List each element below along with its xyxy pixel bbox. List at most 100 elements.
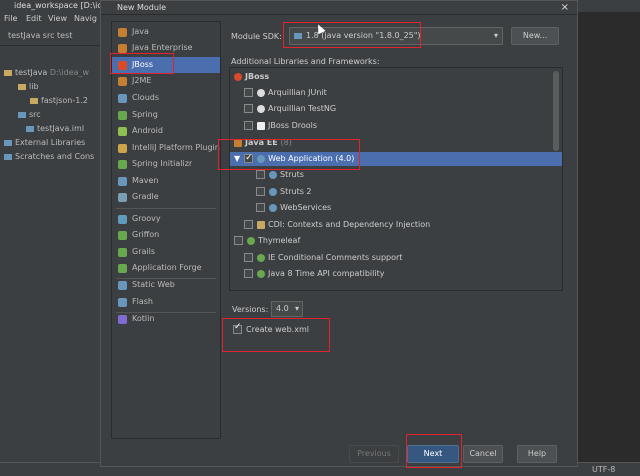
group-jboss: JBoss xyxy=(234,70,269,84)
thymeleaf-leaf-icon xyxy=(257,269,265,278)
lib-thymeleaf[interactable]: Thymeleaf xyxy=(234,234,300,248)
annotation-box-web-application xyxy=(218,139,360,170)
menu-file[interactable]: File xyxy=(4,14,17,23)
tree-item-external-libraries[interactable]: External Libraries xyxy=(4,138,85,147)
folder-icon xyxy=(18,111,26,118)
list-item-spring[interactable]: Spring xyxy=(112,107,220,123)
list-item-spring-initializr[interactable]: Spring Initializr xyxy=(112,156,220,172)
thymeleaf-leaf-icon xyxy=(247,236,255,245)
menu-view[interactable]: View xyxy=(48,14,67,23)
list-item-griffon[interactable]: Griffon xyxy=(112,227,220,243)
dialog-titlebar: New Module × xyxy=(101,1,577,15)
annotation-box-create-web-xml xyxy=(222,318,330,352)
forge-icon xyxy=(118,264,127,273)
library-icon xyxy=(4,139,12,146)
checkbox[interactable] xyxy=(244,88,253,97)
jar-icon xyxy=(30,97,38,104)
groovy-icon xyxy=(118,215,127,224)
list-item-clouds[interactable]: Clouds xyxy=(112,90,220,106)
annotation-box-next xyxy=(406,434,462,468)
new-sdk-button[interactable]: New... xyxy=(511,27,559,45)
lib-ie-conditional-comments[interactable]: IE Conditional Comments support xyxy=(244,251,402,265)
annotation-box-jboss xyxy=(110,53,174,74)
folder-icon xyxy=(18,83,26,90)
help-button[interactable]: Help xyxy=(517,445,557,463)
list-item-grails[interactable]: Grails xyxy=(112,244,220,260)
libraries-scrollbar[interactable] xyxy=(553,71,559,151)
spring-initializr-icon xyxy=(118,160,127,169)
static-web-icon xyxy=(118,281,127,290)
drools-icon xyxy=(257,121,265,130)
list-item-java[interactable]: Java xyxy=(112,24,220,40)
menu-edit[interactable]: Edit xyxy=(26,14,42,23)
checkbox[interactable] xyxy=(256,203,265,212)
java-icon xyxy=(118,28,127,37)
checkbox[interactable] xyxy=(256,170,265,179)
lib-java8-time[interactable]: Java 8 Time API compatibility xyxy=(244,267,384,281)
webservices-icon xyxy=(269,203,277,212)
maven-icon xyxy=(118,177,127,186)
list-item-groovy[interactable]: Groovy xyxy=(112,211,220,227)
encoding-indicator[interactable]: UTF-8 xyxy=(592,465,615,474)
lib-struts-2[interactable]: Struts 2 xyxy=(256,185,312,199)
list-item-application-forge[interactable]: Application Forge xyxy=(112,260,220,276)
java-enterprise-icon xyxy=(118,44,127,53)
ide-breadcrumb-bar: testJava src test xyxy=(0,26,100,46)
lib-struts[interactable]: Struts xyxy=(256,168,304,182)
cancel-button[interactable]: Cancel xyxy=(463,445,503,463)
menu-navigate[interactable]: Navig xyxy=(74,14,97,23)
lib-webservices[interactable]: WebServices xyxy=(256,201,331,215)
list-item-kotlin[interactable]: Kotlin xyxy=(112,311,220,327)
grails-icon xyxy=(118,248,127,257)
lib-cdi[interactable]: CDI: Contexts and Dependency Injection xyxy=(244,218,430,232)
ide-menubar: File Edit View Navig xyxy=(0,12,100,26)
list-item-intellij-plugin[interactable]: IntelliJ Platform Plugin xyxy=(112,140,220,156)
versions-select[interactable]: 4.0 ▾ xyxy=(271,301,303,317)
editor-area xyxy=(578,12,640,462)
dialog-title: New Module xyxy=(117,3,167,12)
tree-item-fastjson[interactable]: fastjson-1.2 xyxy=(30,96,88,105)
checkbox[interactable] xyxy=(244,269,253,278)
tree-item-src[interactable]: src xyxy=(18,110,41,119)
previous-button[interactable]: Previous xyxy=(349,445,399,463)
divider xyxy=(116,208,216,209)
file-icon xyxy=(26,125,34,132)
gear-icon xyxy=(269,170,277,179)
list-item-flash[interactable]: Flash xyxy=(112,294,220,310)
lib-arquillian-junit[interactable]: Arquillian JUnit xyxy=(244,86,327,100)
checkbox[interactable] xyxy=(244,121,253,130)
versions-label: Versions: xyxy=(232,305,269,314)
kotlin-icon xyxy=(118,315,127,324)
spring-icon xyxy=(118,111,127,120)
cloud-icon xyxy=(118,94,127,103)
tree-item-lib[interactable]: lib xyxy=(18,82,39,91)
list-item-android[interactable]: Android xyxy=(112,123,220,139)
lib-jboss-drools[interactable]: JBoss Drools xyxy=(244,119,317,133)
cdi-icon xyxy=(257,220,265,229)
lib-arquillian-testng[interactable]: Arquillian TestNG xyxy=(244,102,336,116)
annotation-box-sdk xyxy=(283,22,421,48)
scratch-icon xyxy=(4,153,12,160)
tree-item-scratches[interactable]: Scratches and Cons xyxy=(4,152,94,161)
module-type-list: Java Java Enterprise JBoss J2ME Clouds S… xyxy=(111,21,221,439)
ide-window-title: idea_workspace [D:\id xyxy=(14,1,103,10)
checkbox[interactable] xyxy=(256,187,265,196)
gradle-icon xyxy=(118,193,127,202)
tree-item-iml[interactable]: testJava.iml xyxy=(26,124,84,133)
tree-item-project[interactable]: testJava D:\idea_w xyxy=(4,68,89,77)
module-sdk-label: Module SDK: xyxy=(231,32,282,41)
breadcrumb[interactable]: testJava src test xyxy=(8,31,72,40)
plugin-icon xyxy=(118,144,127,153)
checkbox[interactable] xyxy=(244,253,253,262)
list-item-static-web[interactable]: Static Web xyxy=(112,277,220,293)
chevron-down-icon: ▾ xyxy=(294,304,299,313)
checkbox[interactable] xyxy=(244,220,253,229)
gear-icon xyxy=(269,187,277,196)
griffon-icon xyxy=(118,231,127,240)
close-icon[interactable]: × xyxy=(561,2,569,13)
checkbox[interactable] xyxy=(244,104,253,113)
checkbox[interactable] xyxy=(234,236,243,245)
list-item-gradle[interactable]: Gradle xyxy=(112,189,220,205)
list-item-maven[interactable]: Maven xyxy=(112,173,220,189)
list-item-j2me[interactable]: J2ME xyxy=(112,73,220,89)
